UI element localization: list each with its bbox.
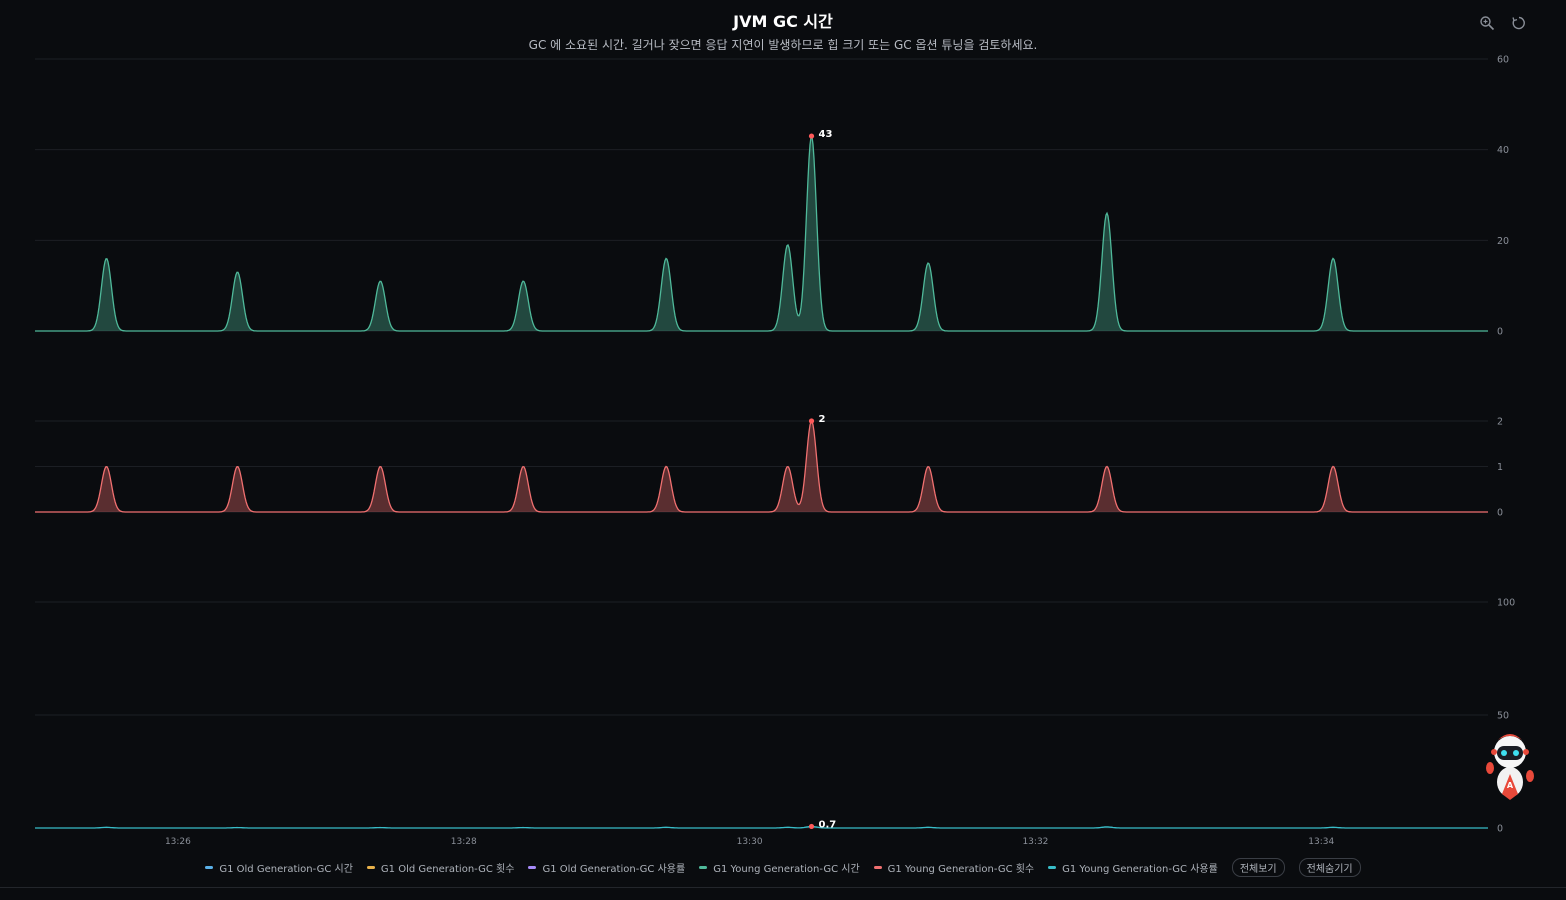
series-area: [35, 137, 1488, 331]
x-tick-label: 13:26: [165, 837, 191, 847]
y-tick-label: 50: [1497, 711, 1509, 722]
legend-item-old-gc-count[interactable]: G1 Old Generation-GC 횟수: [366, 860, 515, 875]
legend-label: G1 Old Generation-GC 시간: [219, 864, 353, 875]
svg-text:A: A: [1507, 781, 1514, 790]
legend-label: G1 Young Generation-GC 시간: [713, 864, 860, 875]
chart-frame: JVM GC 시간 GC 에 소요된 시간. 길거나 잦으면 응답 지연이 발생…: [0, 0, 1566, 888]
max-value-label: 2: [819, 414, 826, 425]
legend-swatch: [528, 866, 537, 869]
legend-swatch: [205, 866, 214, 869]
y-tick-label: 2: [1497, 417, 1503, 428]
series-line: [35, 136, 1488, 332]
y-tick-label: 0: [1497, 824, 1503, 835]
legend-item-old-gc-time[interactable]: G1 Old Generation-GC 시간: [205, 860, 353, 875]
max-point: [808, 823, 815, 830]
series-line: [35, 825, 1488, 829]
legend-label: G1 Old Generation-GC 횟수: [380, 864, 515, 875]
legend-item-young-gc-usage[interactable]: G1 Young Generation-GC 사용률: [1048, 860, 1218, 875]
chart-canvas: 02040604301220501000.713:26 13:28 13:30 13:…: [35, 55, 1515, 847]
show-all-button[interactable]: 전체보기: [1231, 858, 1285, 877]
y-tick-label: 100: [1497, 598, 1515, 609]
x-tick-label: 13:30: [737, 837, 763, 847]
x-tick-label: 13:28: [451, 837, 477, 847]
legend: G1 Old Generation-GC 시간 G1 Old Generatio…: [0, 858, 1566, 877]
legend-swatch: [366, 866, 375, 869]
assistant-robot-button[interactable]: A: [1480, 730, 1538, 802]
y-tick-label: 0: [1497, 508, 1503, 519]
legend-swatch: [873, 866, 882, 869]
max-point: [808, 418, 815, 424]
x-tick-label: 13:34: [1308, 837, 1334, 847]
legend-item-young-gc-count[interactable]: G1 Young Generation-GC 횟수: [873, 860, 1035, 875]
legend-label: G1 Young Generation-GC 사용률: [1062, 864, 1218, 875]
max-point: [808, 133, 815, 139]
y-tick-label: 20: [1497, 236, 1509, 247]
hide-all-button[interactable]: 전체숨기기: [1298, 858, 1361, 877]
x-tick-label: 13:32: [1022, 837, 1048, 847]
legend-swatch: [699, 866, 708, 869]
y-tick-label: 60: [1497, 55, 1509, 66]
legend-item-young-gc-time[interactable]: G1 Young Generation-GC 시간: [699, 860, 860, 875]
legend-label: G1 Old Generation-GC 사용률: [542, 864, 686, 875]
legend-label: G1 Young Generation-GC 횟수: [887, 864, 1035, 875]
y-tick-label: 40: [1497, 145, 1509, 156]
max-value-label: 43: [819, 129, 833, 140]
legend-item-old-gc-usage[interactable]: G1 Old Generation-GC 사용률: [528, 860, 685, 875]
robot-mascot-icon: A: [1486, 734, 1534, 800]
legend-swatch: [1048, 866, 1057, 869]
max-value-label: 0.7: [819, 819, 837, 830]
y-tick-label: 1: [1497, 462, 1503, 473]
y-tick-label: 0: [1497, 327, 1503, 338]
